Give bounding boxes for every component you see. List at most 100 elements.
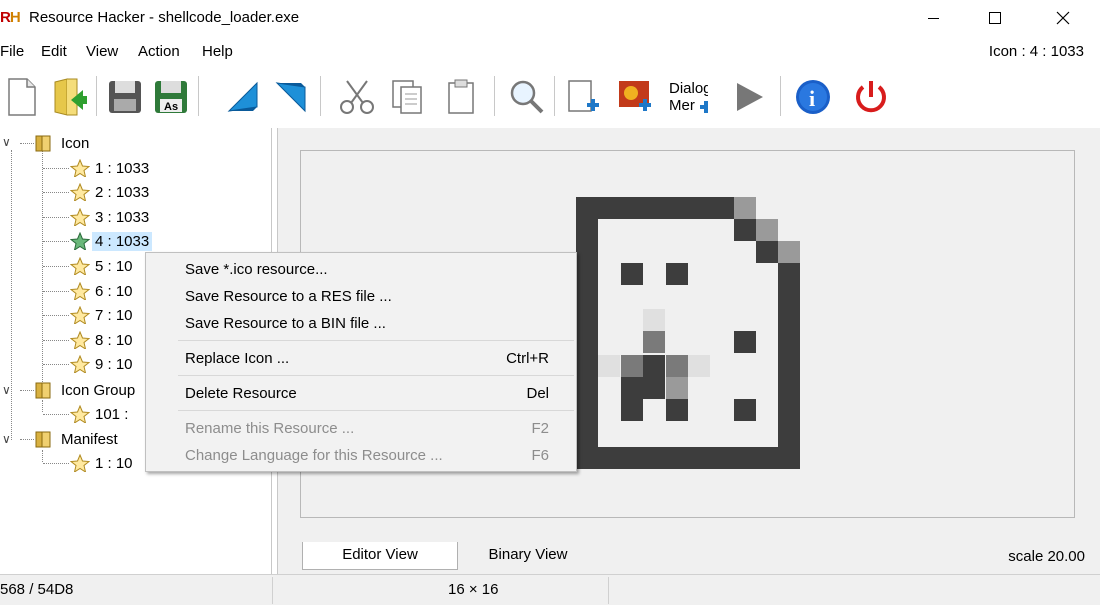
tab-editor-view[interactable]: Editor View <box>302 542 458 570</box>
compile-script-button[interactable] <box>222 74 264 120</box>
tree-item-label: 101 : <box>95 405 129 423</box>
tree-folder-manifest[interactable]: Manifest <box>34 428 121 450</box>
close-button[interactable] <box>1040 0 1086 36</box>
app-logo-icon: RH <box>0 9 21 26</box>
tree-item-icon-6[interactable]: 6 : 10 <box>70 280 136 302</box>
svg-text:Mer: Mer <box>669 97 695 114</box>
tab-binary-view[interactable]: Binary View <box>458 542 598 570</box>
current-resource-label: Icon : 4 : 1033 <box>988 43 1084 60</box>
save-icon <box>109 81 141 113</box>
tree-item-label: 9 : 10 <box>95 355 133 373</box>
menu-help[interactable]: Help <box>202 43 233 60</box>
menu-item-delete-resource[interactable]: Delete Resource Del <box>146 381 576 407</box>
script-arrow-icon <box>275 82 306 113</box>
open-file-button[interactable] <box>48 74 90 120</box>
status-bar: 568 / 54D8 16 × 16 <box>0 574 1100 605</box>
tree-folder-label: Icon Group <box>61 381 136 399</box>
menu-item-change-language: Change Language for this Resource ... F6 <box>185 447 549 464</box>
menu-edit[interactable]: Edit <box>41 43 67 60</box>
star-selected-icon <box>70 232 90 250</box>
new-file-icon <box>8 78 36 116</box>
save-as-icon: As <box>155 81 187 113</box>
star-icon <box>70 405 90 423</box>
expand-icon-chevron[interactable]: ∨ <box>2 135 11 149</box>
folder-icon <box>35 431 51 448</box>
magnifier-icon <box>510 80 544 114</box>
play-icon <box>737 83 763 111</box>
tree-item-icon-4[interactable]: 4 : 1033 <box>70 230 153 252</box>
add-dialog-menu-icon: Dialog Mer <box>669 80 708 114</box>
add-blank-resource-button[interactable] <box>562 74 604 120</box>
menu-separator <box>178 375 574 376</box>
paste-icon <box>448 79 474 114</box>
tree-item-label: 7 : 10 <box>95 306 133 324</box>
info-button[interactable]: i <box>792 74 834 120</box>
new-file-button[interactable] <box>0 74 42 120</box>
copy-button[interactable] <box>386 74 428 120</box>
tree-item-label: 5 : 10 <box>95 257 133 275</box>
tree-item-icon-1[interactable]: 1 : 1033 <box>70 157 152 179</box>
save-as-button[interactable]: As <box>150 74 192 120</box>
svg-text:As: As <box>164 101 178 113</box>
window-title: Resource Hacker - shellcode_loader.exe <box>29 9 300 26</box>
play-button[interactable] <box>728 74 770 120</box>
menu-item-replace-icon[interactable]: Replace Icon ... Ctrl+R <box>146 346 576 372</box>
expand-manifest-chevron[interactable]: ∨ <box>2 432 11 446</box>
expand-icon-group-chevron[interactable]: ∨ <box>2 383 11 397</box>
tree-item-icon-9[interactable]: 9 : 10 <box>70 353 136 375</box>
menu-item-save-ico[interactable]: Save *.ico resource... <box>146 257 576 283</box>
add-image-resource-button[interactable] <box>614 74 656 120</box>
tree-item-icon-5[interactable]: 5 : 10 <box>70 255 136 277</box>
menu-bar: File Edit View Action Help Icon : 4 : 10… <box>0 40 1100 64</box>
exit-button[interactable] <box>850 74 892 120</box>
tree-item-label: 2 : 1033 <box>95 183 150 201</box>
star-icon <box>70 183 90 201</box>
star-icon <box>70 159 90 177</box>
tree-item-icon-3[interactable]: 3 : 1033 <box>70 206 152 228</box>
paste-button[interactable] <box>440 74 482 120</box>
tree-item-icon-8[interactable]: 8 : 10 <box>70 329 136 351</box>
menu-item-save-res[interactable]: Save Resource to a RES file ... <box>146 284 576 310</box>
tree-item-label: 1 : 1033 <box>95 159 150 177</box>
tree-folder-icon-group[interactable]: Icon Group <box>34 379 138 401</box>
minimize-button[interactable] <box>910 0 956 36</box>
power-icon <box>856 81 886 113</box>
run-script-button[interactable] <box>270 74 312 120</box>
info-icon: i <box>796 80 830 114</box>
find-button[interactable] <box>506 74 548 120</box>
toolbar: As Dialog Mer i <box>0 70 1100 124</box>
menu-action[interactable]: Action <box>138 43 180 60</box>
menu-view[interactable]: View <box>86 43 118 60</box>
save-button[interactable] <box>104 74 146 120</box>
star-icon <box>70 257 90 275</box>
maximize-button[interactable] <box>972 0 1018 36</box>
tree-item-icon-group-101[interactable]: 101 : <box>70 403 131 425</box>
menu-separator <box>178 410 574 411</box>
tree-item-manifest-1[interactable]: 1 : 10 <box>70 452 136 474</box>
star-icon <box>70 454 90 472</box>
maximize-icon <box>989 12 1001 24</box>
cut-button[interactable] <box>336 74 378 120</box>
tree-folder-label: Manifest <box>61 430 118 448</box>
editor-tabs: Editor View Binary View scale 20.00 <box>278 540 1100 572</box>
add-dialog-menu-button[interactable]: Dialog Mer <box>666 74 708 120</box>
svg-text:Dialog: Dialog <box>669 80 708 97</box>
folder-icon <box>35 382 51 399</box>
tree-item-label: 4 : 1033 <box>92 231 153 251</box>
open-file-icon <box>54 78 87 116</box>
add-image-resource-icon <box>619 81 651 111</box>
tree-folder-icon[interactable]: Icon <box>34 132 92 154</box>
menu-item-rename-resource: Rename this Resource ... F2 <box>185 420 549 437</box>
menu-item-save-bin[interactable]: Save Resource to a BIN file ... <box>146 311 576 337</box>
tree-folder-label: Icon <box>61 134 90 152</box>
close-icon <box>1056 11 1070 25</box>
star-icon <box>70 282 90 300</box>
add-blank-resource-icon <box>568 80 599 112</box>
minimize-icon <box>927 17 939 19</box>
menu-file[interactable]: File <box>0 43 24 60</box>
tree-item-icon-2[interactable]: 2 : 1033 <box>70 181 152 203</box>
tree-item-label: 3 : 1033 <box>95 208 150 226</box>
tree-item-label: 8 : 10 <box>95 331 133 349</box>
svg-text:i: i <box>809 86 815 111</box>
tree-item-icon-7[interactable]: 7 : 10 <box>70 304 136 326</box>
